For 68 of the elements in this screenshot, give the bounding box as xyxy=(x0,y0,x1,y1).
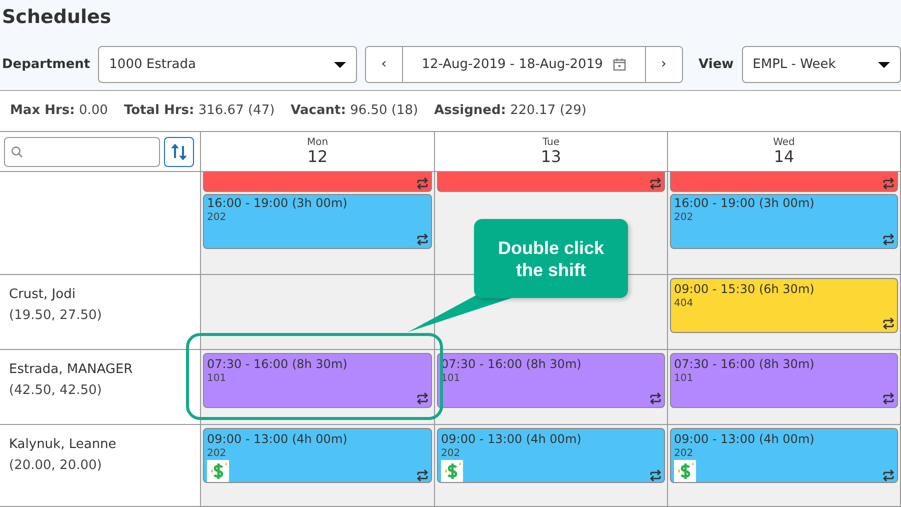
shift-card[interactable]: 09:00 - 13:00 (4h 00m) 202 xyxy=(203,428,432,483)
repeat-icon xyxy=(417,177,428,190)
shift-code: 101 xyxy=(674,372,694,385)
calendar-icon xyxy=(612,58,626,71)
shift-card[interactable] xyxy=(203,172,432,192)
employee-name: Estrada, MANAGER xyxy=(9,361,134,379)
search-field[interactable] xyxy=(4,136,160,166)
shift-code: 202 xyxy=(207,211,228,224)
shift-time: 16:00 - 19:00 (3h 00m) xyxy=(674,196,816,211)
repeat-icon xyxy=(883,317,894,330)
shift-code: 202 xyxy=(207,447,228,460)
day-name: Tue xyxy=(542,137,560,148)
search-icon xyxy=(11,146,23,158)
employee-hours: (19.50, 27.50) xyxy=(9,306,103,324)
repeat-icon xyxy=(417,469,428,482)
shift-code: 101 xyxy=(207,372,228,385)
shift-code: 404 xyxy=(674,297,694,310)
caret-icon xyxy=(334,62,346,68)
shift-card[interactable]: 16:00 - 19:00 (3h 00m) 202 xyxy=(203,194,432,249)
department-label: Department xyxy=(2,56,90,74)
repeat-icon xyxy=(883,233,894,246)
shift-time: 07:30 - 16:00 (8h 30m) xyxy=(674,357,816,372)
shift-code: 202 xyxy=(441,447,462,460)
day-name: Mon xyxy=(306,137,328,148)
repeat-icon xyxy=(883,469,894,482)
shift-code: 101 xyxy=(441,372,462,385)
shift-card[interactable]: 09:00 - 13:00 (4h 00m) 202 xyxy=(670,428,898,483)
page-title: Schedules xyxy=(1,5,112,30)
shift-time: 07:30 - 16:00 (8h 30m) xyxy=(207,357,348,372)
shift-time: 09:00 - 13:00 (4h 00m) xyxy=(441,432,582,447)
stat-text: Assigned: 220.17 (29) xyxy=(434,102,586,120)
day-date: 13 xyxy=(540,148,562,166)
repeat-icon xyxy=(650,177,661,190)
repeat-icon xyxy=(883,392,894,405)
stat-text: Total Hrs: 316.67 (47) xyxy=(124,102,275,120)
shift-code: 202 xyxy=(674,447,694,460)
shift-card[interactable]: 07:30 - 16:00 (8h 30m) 101 xyxy=(670,353,898,408)
view-select[interactable]: EMPL - Week xyxy=(742,46,901,83)
shift-time: 16:00 - 19:00 (3h 00m) xyxy=(207,196,348,211)
repeat-icon xyxy=(650,392,661,405)
shift-time: 09:00 - 13:00 (4h 00m) xyxy=(207,432,348,447)
employee-name: Crust, Jodi xyxy=(9,286,76,304)
day-date: 14 xyxy=(774,148,794,166)
repeat-icon xyxy=(650,469,661,482)
repeat-icon xyxy=(417,233,428,246)
stat-text: Max Hrs: 0.00 xyxy=(10,102,108,120)
shift-card[interactable]: 09:00 - 13:00 (4h 00m) 202 xyxy=(437,428,665,483)
shift-card[interactable]: 09:00 - 15:30 (6h 30m) 404 xyxy=(670,278,898,333)
repeat-icon xyxy=(417,392,428,405)
day-name: Wed xyxy=(773,137,795,148)
view-label: View xyxy=(698,56,734,74)
shift-time: 09:00 - 15:30 (6h 30m) xyxy=(674,282,816,297)
sort-button[interactable] xyxy=(164,136,194,166)
day-date: 12 xyxy=(307,148,328,166)
shift-card[interactable] xyxy=(670,172,898,192)
shift-card[interactable]: 16:00 - 19:00 (3h 00m) 202 xyxy=(670,194,898,249)
sort-icon xyxy=(170,142,188,160)
shift-card[interactable] xyxy=(437,172,665,192)
employee-hours: (20.00, 20.00) xyxy=(9,456,103,474)
stat-text: Vacant: 96.50 (18) xyxy=(290,102,418,120)
employee-name: Kalynuk, Leanne xyxy=(9,436,118,454)
shift-card[interactable]: 07:30 - 16:00 (8h 30m) 101 xyxy=(203,353,432,408)
shift-time: 09:00 - 13:00 (4h 00m) xyxy=(674,432,816,447)
repeat-icon xyxy=(883,177,894,190)
caret-icon xyxy=(878,62,890,68)
shift-code: 202 xyxy=(674,211,694,224)
department-select[interactable]: 1000 Estrada xyxy=(98,46,358,83)
employee-hours: (42.50, 42.50) xyxy=(9,382,103,400)
